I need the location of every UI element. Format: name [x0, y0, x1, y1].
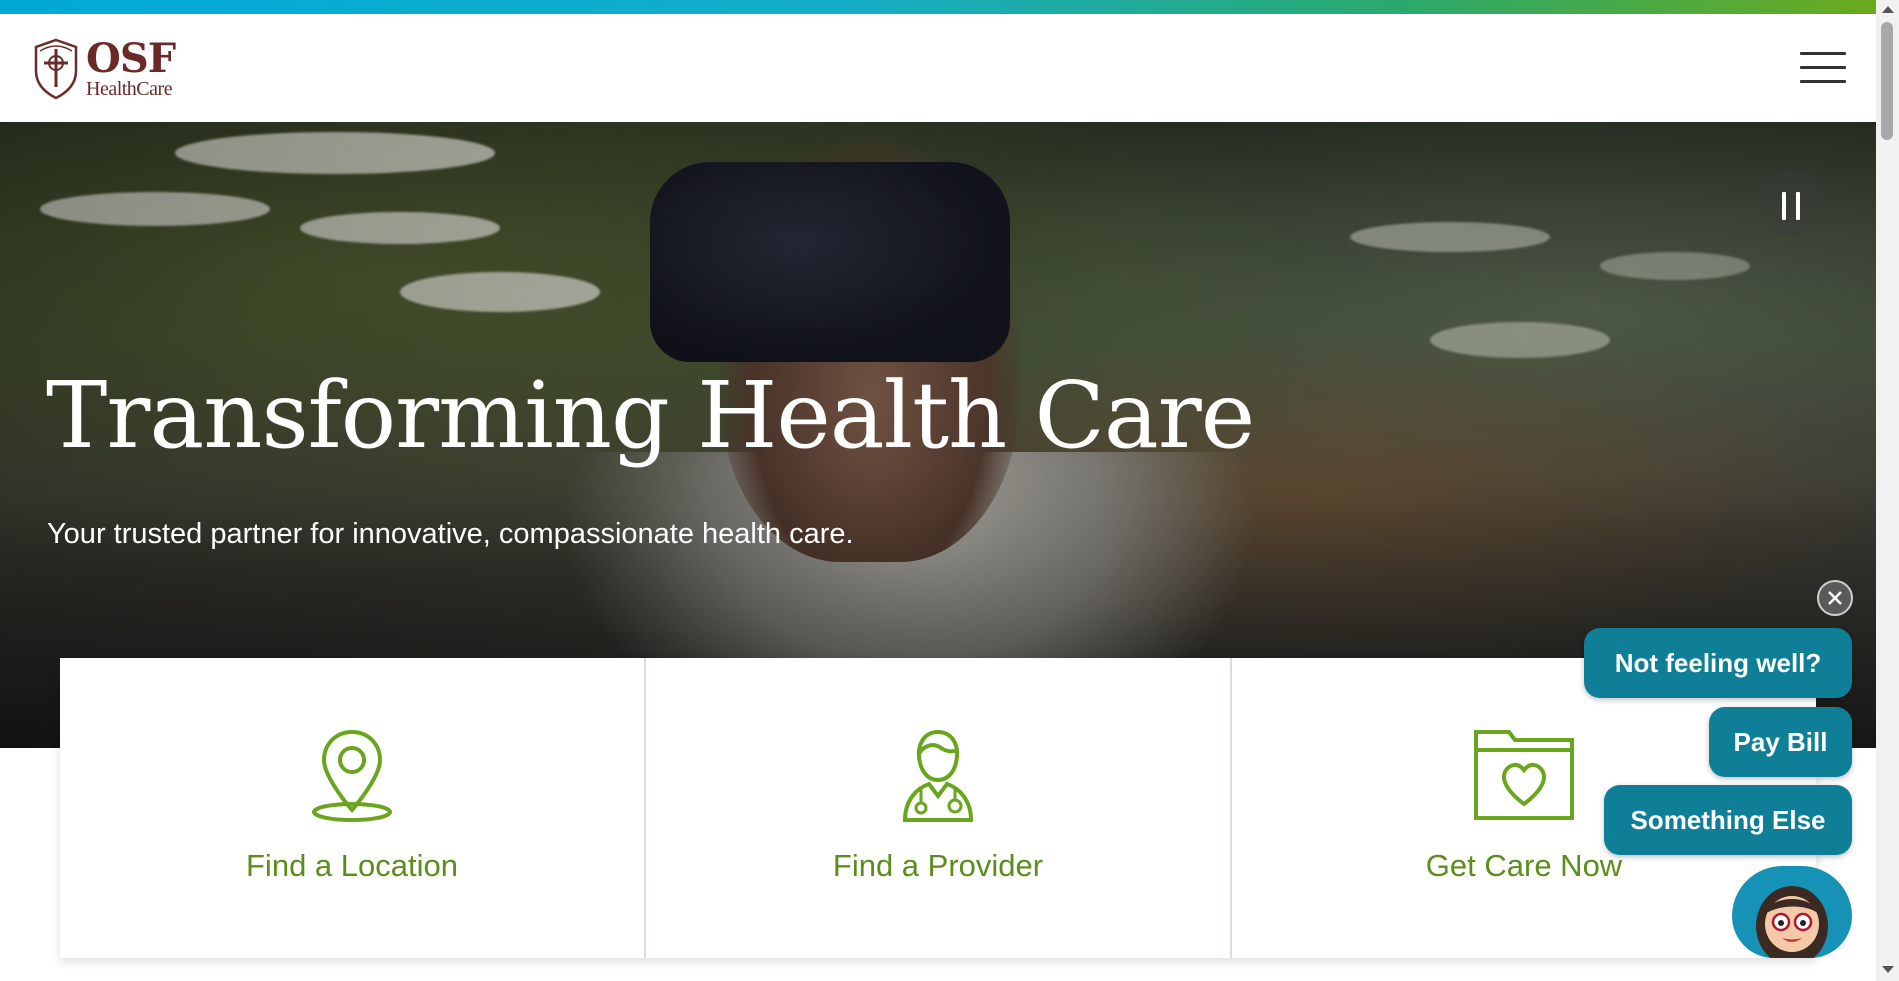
hamburger-menu-icon[interactable] — [1800, 52, 1846, 88]
logo-wordmark: OSF — [86, 35, 176, 82]
chat-option-something-else[interactable]: Something Else — [1604, 785, 1852, 855]
assistant-avatar[interactable] — [1732, 866, 1852, 958]
find-provider-card[interactable]: Find a Provider — [646, 658, 1232, 958]
top-accent-stripe — [0, 0, 1876, 14]
osf-logo[interactable]: OSF HealthCare — [30, 35, 176, 102]
quick-links: Find a Location Find a Provider Get Care… — [60, 658, 1816, 958]
scroll-down-icon[interactable] — [1882, 966, 1894, 973]
page-scrollbar[interactable] — [1876, 0, 1899, 981]
folder-heart-icon — [1474, 730, 1574, 820]
hero-title: Transforming Health Care — [46, 362, 1255, 469]
logo-subtitle: HealthCare — [86, 78, 173, 100]
card-label: Find a Location — [246, 848, 458, 883]
scroll-up-icon[interactable] — [1882, 6, 1894, 13]
scrollbar-thumb[interactable] — [1881, 22, 1893, 140]
chat-option-pay-bill[interactable]: Pay Bill — [1709, 707, 1852, 777]
card-label: Find a Provider — [832, 848, 1044, 883]
pause-icon[interactable] — [1758, 170, 1824, 236]
hero-subtitle: Your trusted partner for innovative, com… — [47, 518, 854, 550]
close-icon[interactable] — [1817, 580, 1853, 616]
find-location-card[interactable]: Find a Location — [60, 658, 646, 958]
chat-option-not-feeling-well[interactable]: Not feeling well? — [1584, 628, 1852, 698]
site-header: OSF HealthCare — [0, 14, 1876, 122]
crest-icon — [34, 38, 78, 100]
location-pin-icon — [312, 729, 392, 822]
doctor-icon — [902, 729, 974, 822]
